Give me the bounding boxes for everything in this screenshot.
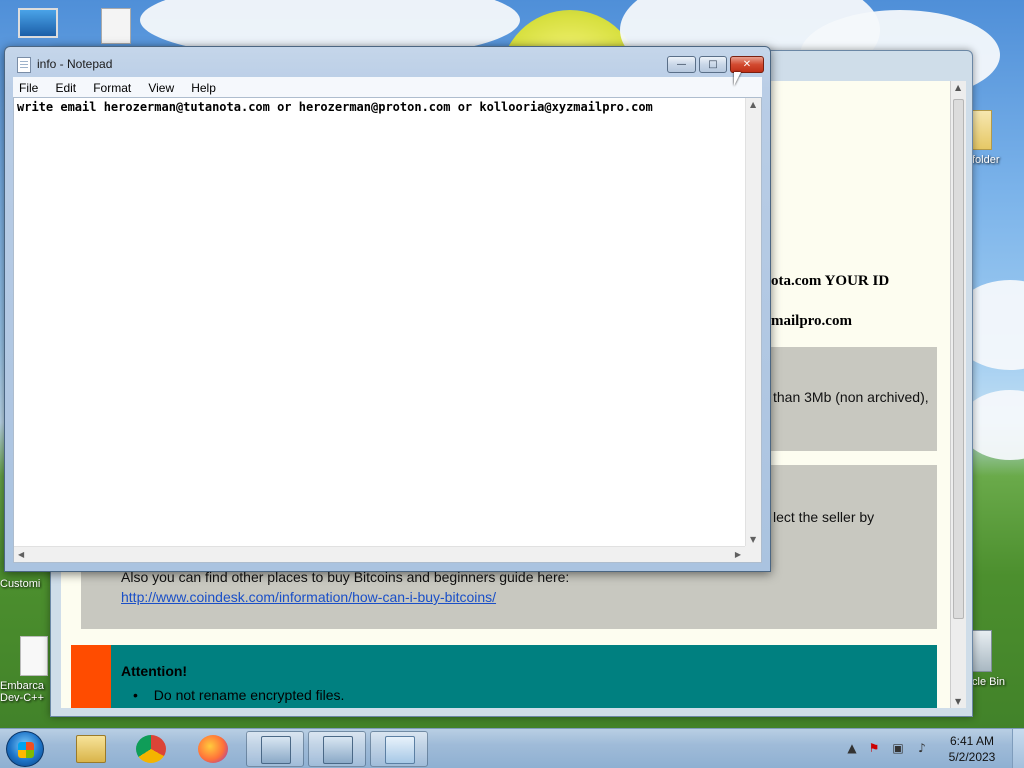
scroll-up-arrow-icon[interactable]: ▲ [955,83,961,92]
close-button[interactable]: ✕ [730,56,764,73]
info-box-upload-text: than 3Mb (non archived), [773,389,929,405]
menu-help[interactable]: Help [185,77,222,96]
taskbar-firefox[interactable] [184,731,242,767]
menu-format[interactable]: Format [87,77,137,96]
scroll-right-arrow-icon[interactable]: ▶ [735,550,741,559]
file-explorer-icon [76,735,106,763]
taskbar-file-explorer[interactable] [62,731,120,767]
desktop-icon-recycle-bin[interactable]: cle Bin [972,630,1024,688]
bullet-icon: • [133,687,138,703]
computer-icon [18,8,58,38]
taskbar-chrome[interactable] [122,731,180,767]
ransom-email-line-2: mailpro.com [771,313,852,329]
menu-bar: File Edit Format View Help [13,77,762,97]
action-center-icon[interactable]: ⚑ [866,741,882,755]
desktop-icon-document[interactable] [86,8,146,48]
clock-date: 5/2/2023 [948,750,996,764]
installer-icon [261,736,291,764]
coindesk-link[interactable]: http://www.coindesk.com/information/how-… [121,589,496,605]
desktop-icon-computer[interactable] [8,8,68,42]
window-title: info - Notepad [37,57,113,71]
scroll-thumb[interactable] [953,99,964,619]
chrome-icon [136,735,166,763]
taskbar-installer-2[interactable] [308,731,366,767]
info-box-buy-text: lect the seller by [773,509,875,525]
menu-file[interactable]: File [13,77,44,96]
desktop-icon-label: folder [972,154,1000,166]
notepad-window[interactable]: info - Notepad — □ ✕ File Edit Format Vi… [4,46,771,572]
recycle-bin-icon [972,630,992,672]
taskbar-installer-1[interactable] [246,731,304,767]
scroll-down-arrow-icon[interactable]: ▼ [750,535,756,544]
taskbar-notepad[interactable] [370,731,428,767]
show-desktop-button[interactable] [1012,729,1024,768]
document-icon [101,8,131,44]
notepad-icon [17,57,31,73]
ransom-email-line-1: ota.com YOUR ID [771,273,890,289]
clock-time: 6:41 AM [949,734,995,748]
desktop-icon-devcpp[interactable]: Embarca Dev-C++ [0,636,52,704]
scroll-up-arrow-icon[interactable]: ▲ [750,100,756,109]
notepad-titlebar[interactable]: info - Notepad — □ ✕ [5,47,770,77]
minimize-button[interactable]: — [667,56,696,73]
attention-accent-bar [71,645,111,708]
installer-icon [323,736,353,764]
vertical-scrollbar[interactable]: ▲ ▼ [745,98,761,546]
attention-item-text: Do not rename encrypted files. [153,687,345,703]
editor-content[interactable]: write email herozerman@tutanota.com or h… [17,100,653,114]
menu-view[interactable]: View [142,77,180,96]
maximize-button[interactable]: □ [699,56,727,73]
file-icon [20,636,48,676]
start-button[interactable] [6,731,44,767]
desktop-icon-label: Embarca Dev-C++ [0,680,45,704]
ransom-note-scrollbar[interactable]: ▲ ▼ [950,81,966,708]
taskbar: ▲ ⚑ ▣ ♪ 6:41 AM 5/2/2023 [0,728,1024,768]
network-icon[interactable]: ▣ [890,741,906,755]
attention-item: • Do not rename encrypted files. [133,687,344,703]
volume-icon[interactable]: ♪ [914,741,930,755]
attention-title: Attention! [121,663,188,679]
firefox-icon [198,735,228,763]
menu-edit[interactable]: Edit [49,77,82,96]
show-hidden-icons-icon[interactable]: ▲ [844,741,860,755]
mouse-cursor-icon [734,72,748,86]
notepad-icon [385,736,415,764]
text-editor[interactable]: write email herozerman@tutanota.com or h… [13,97,762,563]
desktop-icon-folder[interactable]: folder [972,110,1024,166]
folder-icon [972,110,992,150]
clock[interactable]: 6:41 AM 5/2/2023 [942,733,1002,765]
scroll-down-arrow-icon[interactable]: ▼ [955,697,961,706]
resize-grip-icon[interactable] [745,546,761,562]
desktop-icon-label: Customi [0,578,41,590]
desktop-icon-label: cle Bin [972,676,1006,688]
horizontal-scrollbar[interactable]: ◀ ▶ [14,546,745,562]
scroll-left-arrow-icon[interactable]: ◀ [18,550,24,559]
